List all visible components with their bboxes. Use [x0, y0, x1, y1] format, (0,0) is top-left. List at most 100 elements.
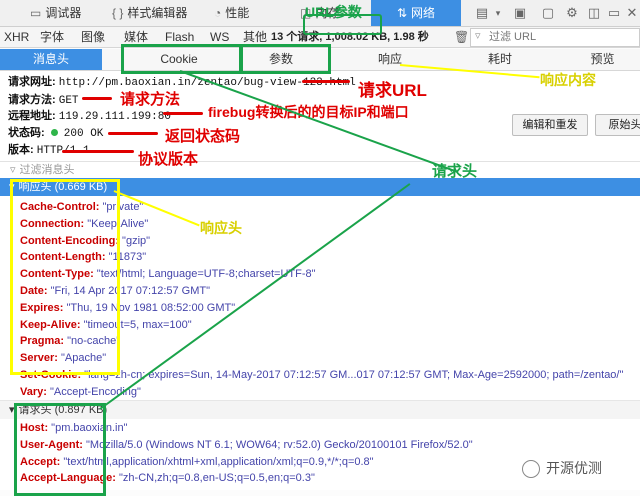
remote-underline — [163, 112, 203, 115]
response-header-value: "private" — [99, 201, 144, 213]
edit-resend-button[interactable]: 编辑和重发 — [512, 114, 588, 136]
collapse-arrow-icon: ▾ — [9, 181, 15, 193]
response-header-row: Keep-Alive: "timeout=5, max=100" — [20, 319, 192, 331]
response-header-row: Expires: "Thu, 19 Nov 1981 08:52:00 GMT" — [20, 302, 235, 314]
filter-other[interactable]: 其他 — [243, 27, 267, 47]
response-header-name: Date: — [20, 285, 48, 297]
filter-fonts[interactable]: 字体 — [40, 27, 64, 47]
status-row: 状态码: 200 OK — [8, 124, 103, 140]
version-row: 版本: HTTP/1.1 — [8, 141, 90, 157]
response-header-name: Connection: — [20, 217, 85, 230]
request-header-name: Host: — [20, 422, 49, 434]
request-header-row: User-Agent: "Mozilla/5.0 (Windows NT 6.1… — [20, 439, 473, 451]
request-header-row: Host: "pm.baoxian.in" — [20, 422, 127, 434]
remote-label: 远程地址: — [8, 110, 56, 122]
tab-cookies[interactable]: Cookie — [120, 49, 238, 70]
tab-memory[interactable]: ◫ 内存 — [300, 0, 339, 26]
undock-icon[interactable]: ▭ — [606, 5, 622, 21]
braces-icon: { } — [112, 6, 124, 20]
request-headers-section[interactable]: ▾ 请求头 (0.897 KB) — [0, 400, 640, 419]
status-label: 状态码: — [8, 127, 45, 139]
filter-url-input[interactable] — [471, 29, 629, 45]
tab-network-label: 网络 — [411, 6, 436, 20]
response-headers-title: 响应头 (0.669 KB) — [18, 181, 108, 193]
split-console-icon[interactable]: ▤ — [474, 5, 490, 21]
response-headers-section[interactable]: ▾ 响应头 (0.669 KB) — [0, 178, 640, 196]
response-header-row: Cache-Control: "private" — [20, 201, 143, 213]
wechat-icon — [522, 460, 540, 479]
tab-debugger-label: 调试器 — [45, 6, 82, 20]
tab-network[interactable]: ⇅ 网络 — [371, 0, 461, 26]
response-header-value: "gzip" — [118, 234, 151, 247]
response-header-value: "Apache" — [57, 352, 107, 365]
status-dot-icon — [50, 129, 58, 136]
headers-filter-placeholder: 过滤消息头 — [19, 164, 75, 176]
response-header-value: "lang=zh-cn; expires=Sun, 14-May-2017 07… — [81, 369, 624, 381]
request-header-value: "Mozilla/5.0 (Windows NT 6.1; WOW64; rv:… — [82, 438, 473, 451]
request-url-label: 请求网址: — [8, 76, 56, 88]
collapse-arrow-icon: ▾ — [9, 404, 15, 416]
version-underline — [62, 150, 134, 153]
request-summary: 13 个请求, 1,008.02 KB, 1.98 秒 — [271, 31, 429, 43]
request-header-name: Accept-Language: — [20, 472, 116, 485]
filter-media[interactable]: 媒体 — [124, 27, 148, 47]
tab-preview[interactable]: 预览 — [565, 49, 640, 70]
watermark: 开源优测 — [522, 458, 602, 479]
response-header-name: Content-Encoding: — [20, 234, 119, 247]
response-header-value: "Thu, 19 Nov 1981 08:52:00 GMT" — [63, 301, 236, 314]
tab-timings[interactable]: 耗时 — [455, 49, 545, 70]
detail-tab-bar: 消息头 Cookie 参数 响应 耗时 预览 — [0, 49, 640, 71]
tab-performance[interactable]: ◔ 性能 — [214, 0, 249, 26]
request-header-row: Accept-Language: "zh-CN,zh;q=0.8,en-US;q… — [20, 472, 315, 484]
method-label: 请求方法: — [8, 94, 56, 106]
response-header-name: Server: — [20, 352, 58, 365]
devtools-tab-bar: ▭ 调试器 { } 样式编辑器 ◔ 性能 ◫ 内存 ⇅ 网络 ▤ ▾ ▣ ▢ ⚙ ◫ ▭ … — [0, 0, 640, 27]
response-header-name: Vary: — [20, 385, 47, 398]
version-label: 版本: — [8, 144, 34, 156]
request-header-row: Accept: "text/html,application/xhtml+xml… — [20, 456, 374, 468]
filter-images[interactable]: 图像 — [81, 27, 105, 47]
headers-filter-input[interactable]: ▿ 过滤消息头 — [0, 161, 640, 178]
filter-icon: ▿ — [10, 164, 16, 176]
filter-url-box: ▿ — [470, 28, 640, 47]
memory-icon: ◫ — [300, 6, 312, 20]
response-header-value: "Fri, 14 Apr 2017 07:12:57 GMT" — [47, 285, 211, 297]
headers-panel: 请求网址: http://pm.baoxian.in/zentao/bug-vi… — [0, 71, 640, 490]
request-header-value: "text/html,application/xhtml+xml,applica… — [60, 455, 374, 468]
response-header-value: "no-cache" — [64, 335, 121, 348]
filter-xhr[interactable]: XHR — [4, 27, 29, 47]
filter-icon: ▿ — [475, 30, 481, 42]
filter-ws[interactable]: WS — [210, 27, 229, 47]
dock-icon[interactable]: ◫ — [586, 5, 602, 21]
method-row: 请求方法: GET — [8, 91, 79, 107]
response-header-row: Content-Type: "text/html; Language=UTF-8… — [20, 268, 316, 280]
request-url-underline — [302, 80, 350, 83]
trash-icon[interactable]: 🗑 — [454, 27, 469, 47]
request-headers-title: 请求头 (0.897 KB) — [18, 404, 108, 416]
request-header-name: User-Agent: — [20, 438, 83, 451]
response-header-value: "11873" — [105, 251, 147, 264]
screenshot-icon[interactable]: ▢ — [540, 5, 556, 21]
tab-headers[interactable]: 消息头 — [0, 49, 102, 70]
request-header-value: "zh-CN,zh;q=0.8,en-US;q=0.5,en;q=0.3" — [115, 472, 315, 485]
close-icon[interactable]: ✕ — [624, 5, 640, 21]
tab-debugger[interactable]: ▭ 调试器 — [30, 0, 81, 26]
tab-params[interactable]: 参数 — [238, 49, 324, 70]
tab-style-editor[interactable]: { } 样式编辑器 — [112, 0, 187, 26]
responsive-icon[interactable]: ▣ — [512, 5, 528, 21]
settings-icon[interactable]: ⚙ — [564, 5, 580, 21]
method-value: GET — [58, 95, 79, 107]
response-header-row: Content-Encoding: "gzip" — [20, 235, 150, 247]
response-header-value: "text/html; Language=UTF-8;charset=UTF-8… — [93, 268, 316, 281]
response-header-row: Connection: "Keep-Alive" — [20, 218, 148, 230]
dropdown-icon[interactable]: ▾ — [490, 5, 506, 21]
response-header-value: "timeout=5, max=100" — [80, 318, 192, 331]
response-header-name: Content-Length: — [20, 251, 106, 264]
filter-flash[interactable]: Flash — [165, 27, 194, 47]
tab-response[interactable]: 响应 — [345, 49, 435, 70]
response-header-value: "Keep-Alive" — [84, 217, 149, 230]
method-underline — [82, 97, 112, 100]
raw-headers-button[interactable]: 原始头 — [595, 114, 640, 136]
status-value: 200 OK — [63, 128, 104, 140]
console-icon: ▭ — [30, 6, 42, 20]
